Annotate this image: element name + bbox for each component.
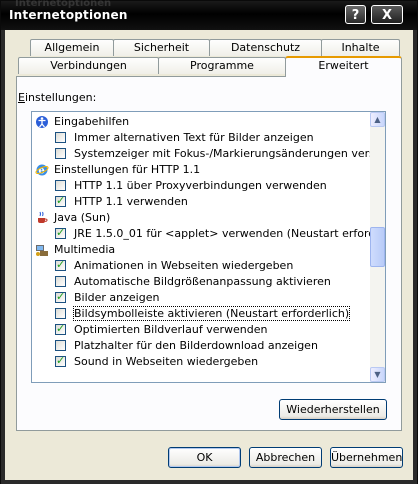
checkbox-alt-text[interactable] [55,132,66,143]
setting-label: HTTP 1.1 über Proxyverbindungen verwende… [74,179,327,192]
multimedia-icon [36,245,48,256]
setting-label: Automatische Bildgrößenanpassung aktivie… [74,275,331,288]
setting-label: JRE 1.5.0_01 für <applet> verwenden (Neu… [74,227,386,240]
group-label: Eingabehilfen [54,115,130,128]
setting-label: Immer alternativen Text für Bilder anzei… [74,131,314,144]
checkbox-placeholder[interactable] [55,340,66,351]
title-bar[interactable]: Internetoptionen Internetoptionen ? X [1,0,417,30]
settings-label-accesskey: E [18,91,25,104]
group-label: Java (Sun) [54,211,111,224]
setting-label: Optimierten Bildverlauf verwenden [74,323,268,336]
tab-verbindungen[interactable]: Verbindungen [18,57,159,74]
vertical-scrollbar[interactable]: ▲ ▼ [370,112,385,382]
checkbox-systemzeiger[interactable] [55,148,66,159]
setting-label: HTTP 1.1 verwenden [74,195,188,208]
checkbox-jre[interactable]: ✓ [55,226,66,239]
setting-label: Systemzeiger mit Fokus-/Markierungsänder… [74,147,386,160]
checkmark-icon: ✓ [56,290,66,303]
frame-bottom [1,480,417,484]
close-icon[interactable]: X [371,5,403,24]
setting-label-focused: Bildsymbolleiste aktivieren (Neustart er… [72,306,351,321]
settings-label: Einstellungen: [18,91,96,104]
apply-button[interactable]: Übernehmen [330,447,403,468]
setting-label: Animationen in Webseiten wiedergeben [74,259,294,272]
ok-button[interactable]: OK [168,447,241,468]
checkmark-icon: ✓ [56,226,66,239]
checkbox-toolbar[interactable] [55,308,66,319]
scroll-up-arrow[interactable]: ▲ [370,112,385,127]
checkmark-icon: ✓ [56,258,66,271]
checkbox-sound[interactable]: ✓ [55,354,66,367]
ie-globe-icon: e [35,164,49,177]
checkbox-anim[interactable]: ✓ [55,258,66,271]
scroll-thumb[interactable] [370,227,385,267]
tab-allgemein[interactable]: Allgemein [30,39,114,56]
cancel-button[interactable]: Abbrechen [249,447,322,468]
settings-list[interactable]: Eingabehilfen Immer alternativen Text fü… [31,111,386,383]
tab-erweitert[interactable]: Erweitert [285,56,402,77]
checkmark-icon: ✓ [56,194,66,207]
tab-inhalte[interactable]: Inhalte [321,39,400,56]
setting-label: Platzhalter für den Bilderdownload anzei… [74,339,318,352]
checkmark-icon: ✓ [56,322,66,335]
frame-right [413,30,417,481]
checkbox-http-use[interactable]: ✓ [55,194,66,207]
tab-datenschutz[interactable]: Datenschutz [209,39,322,56]
java-cup-icon [38,211,48,223]
checkbox-http-proxy[interactable] [55,180,66,191]
tab-sicherheit[interactable]: Sicherheit [113,39,210,56]
checkmark-icon: ✓ [56,354,66,367]
window-title: Internetoptionen [9,8,128,22]
checkbox-bilder[interactable]: ✓ [55,290,66,303]
frame-left [1,30,5,481]
setting-label: Bilder anzeigen [74,291,160,304]
settings-label-text: instellungen: [24,91,97,104]
checkbox-autosize[interactable] [55,276,66,287]
checkbox-optimized[interactable]: ✓ [55,322,66,335]
help-icon[interactable]: ? [345,5,366,24]
accessibility-icon [36,116,48,128]
internet-options-dialog: Internetoptionen Internetoptionen ? X Al… [0,0,418,484]
setting-label: Sound in Webseiten wiedergeben [74,355,259,368]
group-label: Multimedia [54,243,116,256]
group-label: Einstellungen für HTTP 1.1 [54,163,201,176]
restore-defaults-button[interactable]: Wiederherstellen [279,399,387,420]
tab-programme[interactable]: Programme [158,57,286,74]
scroll-down-arrow[interactable]: ▼ [370,367,385,382]
